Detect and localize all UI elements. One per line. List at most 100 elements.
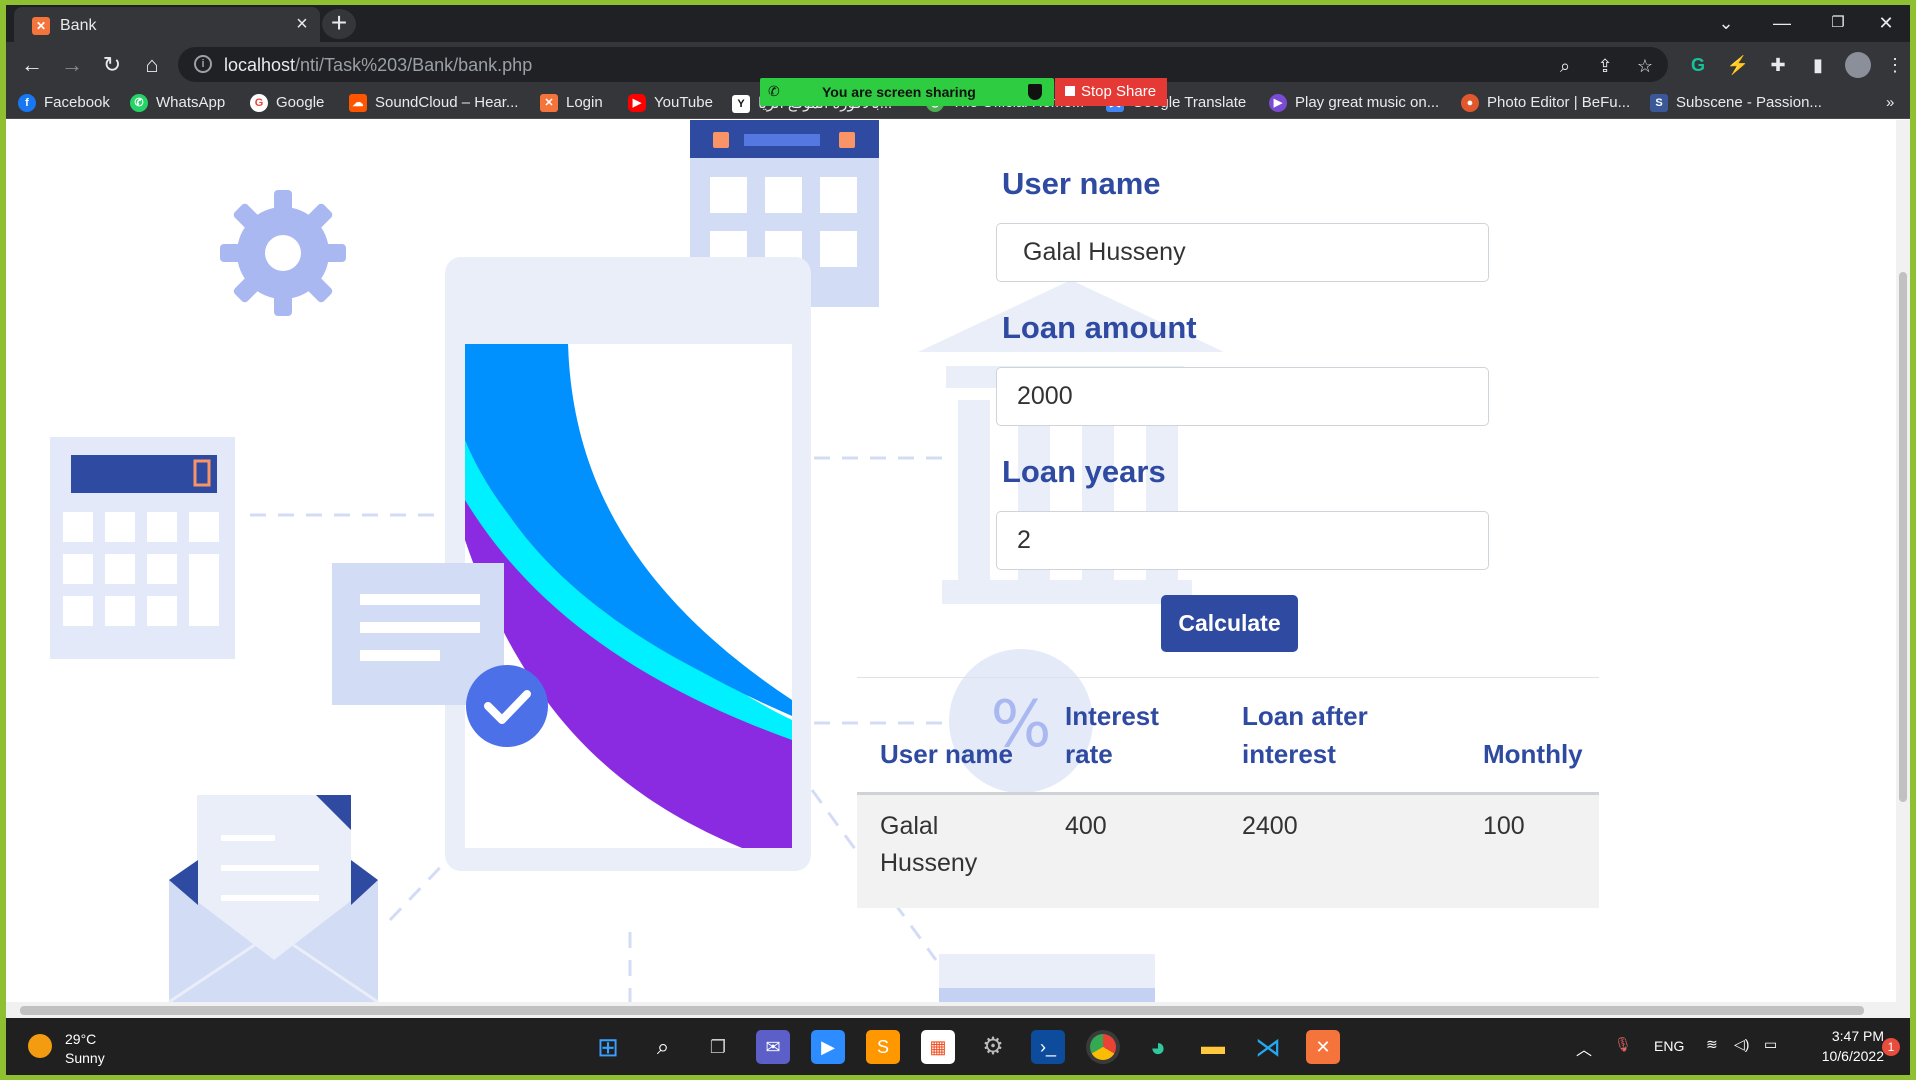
- whatsapp-icon: ✆: [130, 94, 148, 113]
- url-path: /nti/Task%203/Bank/bank.php: [295, 55, 533, 75]
- youtube-icon: ▶: [628, 94, 646, 113]
- loan-years-label: Loan years: [1002, 454, 1166, 489]
- horizontal-scrollbar[interactable]: [6, 1002, 1910, 1018]
- zoom-icon[interactable]: ⌕: [1552, 53, 1578, 79]
- bookmark-youtube[interactable]: ▶ YouTube: [628, 94, 713, 113]
- close-tab-icon[interactable]: ×: [290, 13, 314, 36]
- address-bar[interactable]: i localhost/nti/Task%203/Bank/bank.php ⌕…: [178, 47, 1668, 82]
- battery-icon[interactable]: ▭: [1764, 1036, 1777, 1053]
- bookmark-star-icon[interactable]: ☆: [1632, 53, 1658, 79]
- task-view-icon[interactable]: ❐: [701, 1030, 735, 1064]
- edge-icon[interactable]: ◕: [1141, 1030, 1175, 1064]
- xampp-icon: ✕: [32, 17, 50, 35]
- grammarly-icon[interactable]: G: [1685, 52, 1711, 78]
- clock-date[interactable]: 10/6/2022: [1796, 1048, 1884, 1064]
- notification-badge[interactable]: 1: [1882, 1038, 1900, 1056]
- url-text[interactable]: localhost/nti/Task%203/Bank/bank.php: [224, 55, 532, 76]
- tab-title: Bank: [60, 17, 97, 34]
- microphone-icon[interactable]: 🎙: [1614, 1036, 1632, 1053]
- sun-icon[interactable]: [28, 1034, 52, 1058]
- browser-window: ✕ Bank × + ⌄ — ❐ ✕ ← → ↻ ⌂ i localhost/n…: [6, 5, 1910, 1075]
- search-icon[interactable]: ⌕: [646, 1030, 680, 1064]
- restore-button[interactable]: ❐: [1818, 9, 1858, 37]
- menu-icon[interactable]: ⋮: [1882, 52, 1908, 78]
- forward-icon[interactable]: →: [57, 50, 87, 80]
- bookmark-subscene[interactable]: S Subscene - Passion...: [1650, 94, 1822, 113]
- file-explorer-icon[interactable]: ▬: [1196, 1030, 1230, 1064]
- url-host: localhost: [224, 55, 296, 75]
- loan-amount-input[interactable]: 2000: [996, 367, 1489, 426]
- windows-start-icon[interactable]: ⊞: [591, 1030, 625, 1064]
- clock-time[interactable]: 3:47 PM: [1814, 1028, 1884, 1044]
- puzzle-icon[interactable]: ✚: [1765, 52, 1791, 78]
- weather-temperature[interactable]: 29°C: [65, 1031, 96, 1047]
- screen-share-message: You are screen sharing: [822, 84, 976, 100]
- side-panel-icon[interactable]: ▮: [1805, 52, 1831, 78]
- chrome-icon[interactable]: [1086, 1030, 1120, 1064]
- teams-chat-icon[interactable]: ✉: [756, 1030, 790, 1064]
- tab-strip: ✕ Bank × + ⌄ — ❐ ✕: [6, 5, 1910, 42]
- bookmark-soundcloud[interactable]: ☁ SoundCloud – Hear...: [349, 94, 518, 113]
- loan-years-input[interactable]: 2: [996, 511, 1489, 570]
- screen-share-banner: ✆ You are screen sharing Stop Share: [760, 78, 1167, 106]
- tab-bank[interactable]: ✕ Bank ×: [14, 7, 320, 42]
- weather-description[interactable]: Sunny: [65, 1050, 105, 1066]
- vertical-scrollbar[interactable]: [1896, 120, 1910, 1002]
- microsoft-store-icon[interactable]: ▦: [921, 1030, 955, 1064]
- bookmark-google[interactable]: G Google: [250, 94, 324, 113]
- envelope-icon: [168, 795, 379, 1002]
- tab-search-icon[interactable]: ⌄: [1706, 9, 1746, 37]
- zoom-icon[interactable]: ▶: [811, 1030, 845, 1064]
- extension-icon[interactable]: ⚡: [1725, 52, 1751, 78]
- facebook-icon: f: [18, 94, 36, 113]
- horizontal-scroll-thumb[interactable]: [20, 1006, 1864, 1015]
- cell-username: Galal Husseny: [880, 812, 978, 877]
- bookmark-whatsapp[interactable]: ✆ WhatsApp: [130, 94, 225, 113]
- bookmark-facebook[interactable]: f Facebook: [18, 94, 110, 113]
- sublime-text-icon[interactable]: S: [866, 1030, 900, 1064]
- card-icon: [939, 954, 1155, 1002]
- back-icon[interactable]: ←: [17, 50, 47, 80]
- volume-icon[interactable]: ◁): [1734, 1036, 1749, 1053]
- table-header-loan-after-interest: Loan after interest: [1242, 701, 1368, 769]
- cell-loan-after-interest: 2400: [1242, 812, 1298, 840]
- table-header-monthly: Monthly: [1483, 739, 1583, 769]
- minimize-button[interactable]: —: [1762, 9, 1802, 37]
- chevron-up-icon[interactable]: ︿: [1576, 1036, 1592, 1060]
- checkmark-icon: [466, 665, 548, 747]
- vertical-scroll-thumb[interactable]: [1899, 272, 1907, 802]
- site-info-icon[interactable]: i: [194, 55, 212, 73]
- subscene-icon: S: [1650, 94, 1668, 113]
- screen-share-status: ✆ You are screen sharing: [760, 78, 1054, 106]
- powershell-icon[interactable]: ›_: [1031, 1030, 1065, 1064]
- taskbar: 29°C Sunny ⊞ ⌕ ❐ ✉ ▶ S ▦ ⚙ ›_ ◕ ▬ ⋊ ✕ ︿ …: [6, 1018, 1910, 1075]
- username-label: User name: [1002, 166, 1161, 201]
- home-icon[interactable]: ⌂: [137, 50, 167, 80]
- table-top-border: [857, 677, 1599, 678]
- avatar[interactable]: [1845, 52, 1871, 78]
- bookmarks-overflow-button[interactable]: »: [1886, 94, 1894, 111]
- bookmark-login[interactable]: ✕ Login: [540, 94, 603, 113]
- close-window-button[interactable]: ✕: [1866, 9, 1906, 37]
- new-tab-button[interactable]: +: [322, 9, 356, 39]
- table-header-username: User name: [880, 739, 1013, 769]
- page-content: % User name Galal Husseny Loan amount 20…: [6, 120, 1896, 1002]
- share-icon[interactable]: ⇪: [1592, 53, 1618, 79]
- cell-interest-rate: 400: [1065, 812, 1107, 840]
- xampp-icon[interactable]: ✕: [1306, 1030, 1340, 1064]
- calculate-button[interactable]: Calculate: [1161, 595, 1298, 652]
- yallakora-icon: Y: [732, 95, 750, 114]
- calculator-icon: [50, 437, 235, 659]
- reload-icon[interactable]: ↻: [97, 50, 127, 80]
- settings-gear-icon[interactable]: ⚙: [976, 1030, 1010, 1064]
- vscode-icon[interactable]: ⋊: [1251, 1030, 1285, 1064]
- wifi-icon[interactable]: ≋: [1706, 1036, 1718, 1053]
- bookmark-music[interactable]: ▶ Play great music on...: [1269, 94, 1439, 113]
- bookmark-befunky[interactable]: ● Photo Editor | BeFu...: [1461, 94, 1630, 113]
- language-indicator[interactable]: ENG: [1654, 1038, 1684, 1054]
- google-icon: G: [250, 94, 268, 113]
- music-icon: ▶: [1269, 94, 1287, 113]
- stop-share-button[interactable]: Stop Share: [1055, 78, 1167, 106]
- username-input[interactable]: Galal Husseny: [996, 223, 1489, 282]
- soundcloud-icon: ☁: [349, 94, 367, 113]
